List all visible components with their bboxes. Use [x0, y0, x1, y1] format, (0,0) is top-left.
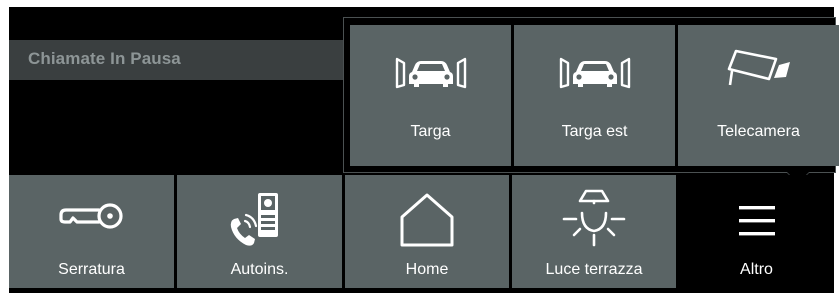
light-icon — [562, 189, 626, 247]
popup-item-targa-est[interactable]: Targa est — [514, 25, 675, 166]
nav-label: Altro — [740, 261, 773, 278]
popup-item-label: Targa est — [561, 123, 628, 140]
nav-autoins[interactable]: Autoins. — [177, 175, 342, 288]
popup-item-label: Targa — [410, 123, 451, 140]
bottom-nav: Serratura Autoins. Home Luce terrazza Al… — [9, 175, 834, 288]
key-icon — [58, 203, 123, 229]
nav-home[interactable]: Home — [345, 175, 509, 288]
nav-luce-terrazza[interactable]: Luce terrazza — [512, 175, 676, 288]
nav-label: Autoins. — [230, 261, 289, 278]
camera-icon — [727, 49, 790, 86]
popup-item-telecamera[interactable]: Telecamera — [678, 25, 839, 166]
gate-car-icon — [395, 57, 466, 89]
nav-label: Serratura — [58, 261, 125, 278]
more-popup: Targa Targa est Telecamera — [343, 17, 839, 173]
nav-serratura[interactable]: Serratura — [9, 175, 174, 288]
nav-altro[interactable]: Altro — [679, 175, 834, 288]
intercom-call-icon — [230, 193, 278, 246]
popup-item-label: Telecamera — [717, 123, 800, 140]
nav-label: Luce terrazza — [545, 261, 643, 278]
nav-label: Home — [405, 261, 449, 278]
status-text: Chiamate In Pausa — [28, 49, 181, 68]
popup-item-targa[interactable]: Targa — [350, 25, 511, 166]
edge — [0, 0, 840, 7]
menu-icon — [738, 206, 775, 236]
edge — [0, 0, 9, 296]
home-icon — [400, 193, 454, 247]
gate-car-icon — [559, 57, 630, 89]
